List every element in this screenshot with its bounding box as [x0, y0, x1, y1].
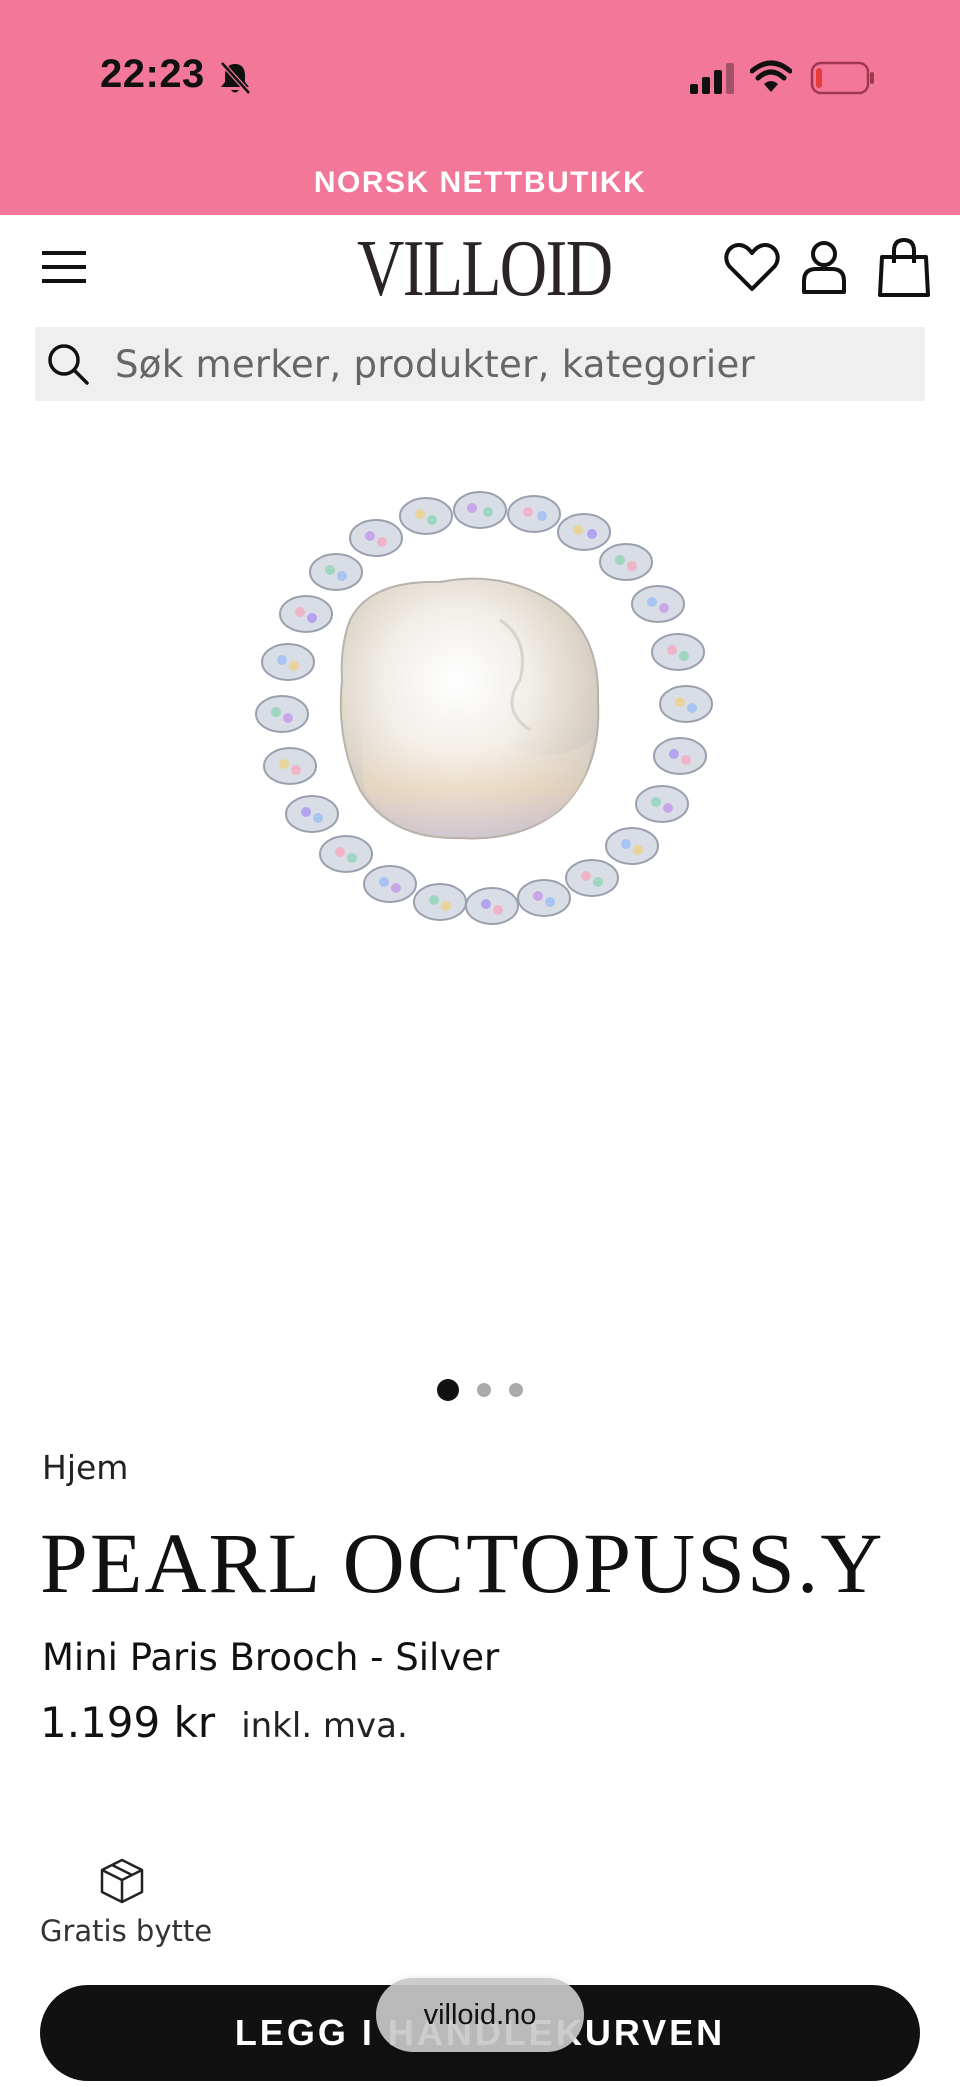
user-icon[interactable]	[800, 239, 848, 295]
search-bar[interactable]	[35, 327, 925, 401]
top-banner-area: 22:23 NORSK NETTBUTIKK	[0, 0, 960, 215]
heart-icon[interactable]	[724, 241, 780, 293]
browser-url-pill[interactable]: villoid.no	[376, 1978, 584, 2052]
feature-label: Gratis bytte	[40, 1914, 213, 1948]
search-input[interactable]	[115, 327, 905, 401]
wifi-icon	[750, 60, 792, 92]
shopping-bag-icon[interactable]	[878, 237, 930, 297]
bell-muted-icon	[220, 61, 251, 95]
gallery-dots	[0, 1378, 960, 1402]
gallery-dot-2[interactable]	[477, 1383, 491, 1397]
price-row: 1.199 kr inkl. mva.	[40, 1698, 408, 1747]
product-name: Mini Paris Brooch - Silver	[42, 1636, 500, 1679]
box-icon	[100, 1858, 144, 1904]
product-brand[interactable]: PEARL OCTOPUSS.Y	[40, 1518, 884, 1609]
pearl-brooch-image[interactable]	[200, 470, 760, 990]
vat-note: inkl. mva.	[241, 1706, 408, 1746]
banner-text: NORSK NETTBUTIKK	[313, 166, 647, 199]
site-header: VILLOID	[0, 215, 960, 315]
hamburger-menu-icon[interactable]	[40, 247, 88, 287]
gallery-dot-3[interactable]	[509, 1383, 523, 1397]
gallery-dot-1[interactable]	[437, 1379, 459, 1401]
breadcrumb-home-link[interactable]: Hjem	[42, 1448, 128, 1487]
search-icon	[48, 344, 89, 385]
battery-low-icon	[810, 61, 874, 95]
feature-free-exchange: Gratis bytte	[40, 1856, 220, 1948]
cellular-signal-icon	[690, 63, 734, 94]
site-logo[interactable]: VILLOID	[357, 229, 613, 309]
product-price: 1.199 kr	[40, 1698, 216, 1747]
status-time: 22:23	[100, 52, 205, 96]
